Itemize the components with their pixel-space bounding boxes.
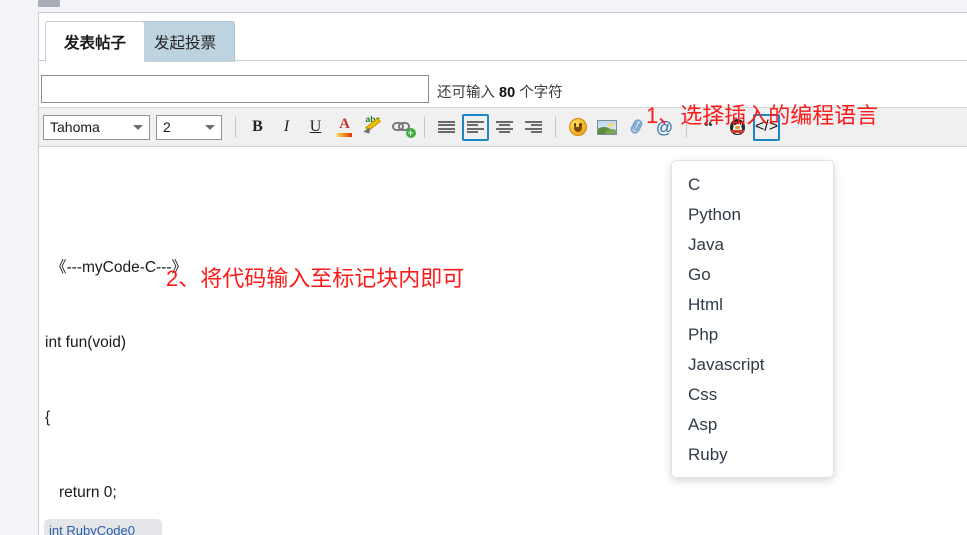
tab-create-poll[interactable]: 发起投票 — [135, 21, 236, 62]
top-gray-chip — [38, 0, 60, 7]
toolbar-divider — [235, 116, 236, 138]
dropdown-item-asp[interactable]: Asp — [672, 410, 833, 440]
align-left-button[interactable] — [462, 113, 489, 141]
tab-bar: 发表帖子 发起投票 — [39, 13, 967, 62]
paperclip-icon — [627, 117, 645, 136]
insert-image-button[interactable] — [593, 114, 620, 141]
text-color-icon: A — [336, 115, 353, 137]
dropdown-item-javascript[interactable]: Javascript — [672, 350, 833, 380]
char-counter: 还可输入 80 个字符 — [437, 81, 563, 102]
dropdown-item-python[interactable]: Python — [672, 200, 833, 230]
code-block: 《---myCode-C---》 int fun(void) { return … — [45, 205, 187, 535]
tab-publish-post-label: 发表帖子 — [64, 34, 127, 52]
code-preview-tooltip: int RubyCode0 — [44, 519, 162, 535]
font-size-value: 2 — [163, 119, 171, 135]
code-line: { — [45, 409, 51, 426]
attachment-button[interactable] — [622, 114, 649, 141]
screen-root: 发表帖子 发起投票 还可输入 80 个字符 Tahoma 2 B I U A a… — [0, 0, 967, 535]
align-center-icon — [496, 120, 513, 134]
font-size-select[interactable]: 2 — [156, 114, 222, 140]
dropdown-item-css[interactable]: Css — [672, 380, 833, 410]
italic-icon: I — [283, 118, 290, 135]
underline-button[interactable]: U — [302, 114, 329, 141]
align-right-button[interactable] — [520, 114, 547, 141]
insert-link-button[interactable]: + — [389, 114, 416, 141]
dropdown-item-c[interactable]: C — [672, 170, 833, 200]
align-justify-button[interactable] — [433, 114, 460, 141]
font-family-select[interactable]: Tahoma — [43, 114, 150, 140]
chevron-down-icon — [133, 125, 143, 130]
italic-button[interactable]: I — [273, 114, 300, 141]
emoji-icon — [568, 118, 587, 136]
align-right-icon — [525, 120, 542, 134]
highlighter-icon: abc — [362, 114, 384, 137]
text-color-button[interactable]: A — [331, 114, 358, 141]
toolbar-divider — [555, 116, 556, 138]
annotation-select-language: 1、选择插入的编程语言 — [646, 103, 879, 128]
bold-icon: B — [252, 118, 263, 135]
text-color-letter: A — [339, 115, 350, 132]
highlighter-tip — [362, 127, 373, 136]
align-justify-icon — [438, 120, 455, 134]
annotation-enter-code: 2、将代码输入至标记块内即可 — [166, 266, 465, 291]
highlight-button[interactable]: abc — [360, 114, 387, 141]
toolbar-divider — [424, 116, 425, 138]
chevron-down-icon — [205, 125, 215, 130]
link-icon: + — [391, 119, 416, 138]
font-family-value: Tahoma — [50, 119, 100, 135]
dropdown-item-html[interactable]: Html — [672, 290, 833, 320]
dropdown-item-go[interactable]: Go — [672, 260, 833, 290]
dropdown-item-php[interactable]: Php — [672, 320, 833, 350]
emoji-button[interactable] — [564, 114, 591, 141]
plus-icon: + — [405, 128, 416, 138]
dropdown-item-ruby[interactable]: Ruby — [672, 440, 833, 470]
language-dropdown-menu[interactable]: C Python Java Go Html Php Javascript Css… — [671, 160, 834, 478]
code-line: int fun(void) — [45, 334, 126, 351]
align-center-button[interactable] — [491, 114, 518, 141]
code-line: return 0; — [59, 484, 117, 501]
code-preview-tooltip-text: int RubyCode0 — [49, 523, 135, 535]
tab-create-poll-label: 发起投票 — [154, 34, 217, 52]
dropdown-item-java[interactable]: Java — [672, 230, 833, 260]
post-title-input[interactable] — [41, 75, 429, 103]
char-counter-suffix: 个字符 — [519, 85, 563, 101]
image-icon — [596, 119, 617, 135]
align-left-icon — [467, 120, 484, 134]
bold-button[interactable]: B — [244, 114, 271, 141]
char-counter-value: 80 — [499, 85, 516, 101]
tab-publish-post[interactable]: 发表帖子 — [45, 21, 146, 62]
char-counter-prefix: 还可输入 — [437, 85, 495, 101]
underline-icon: U — [309, 118, 322, 135]
text-color-bar — [337, 132, 352, 137]
